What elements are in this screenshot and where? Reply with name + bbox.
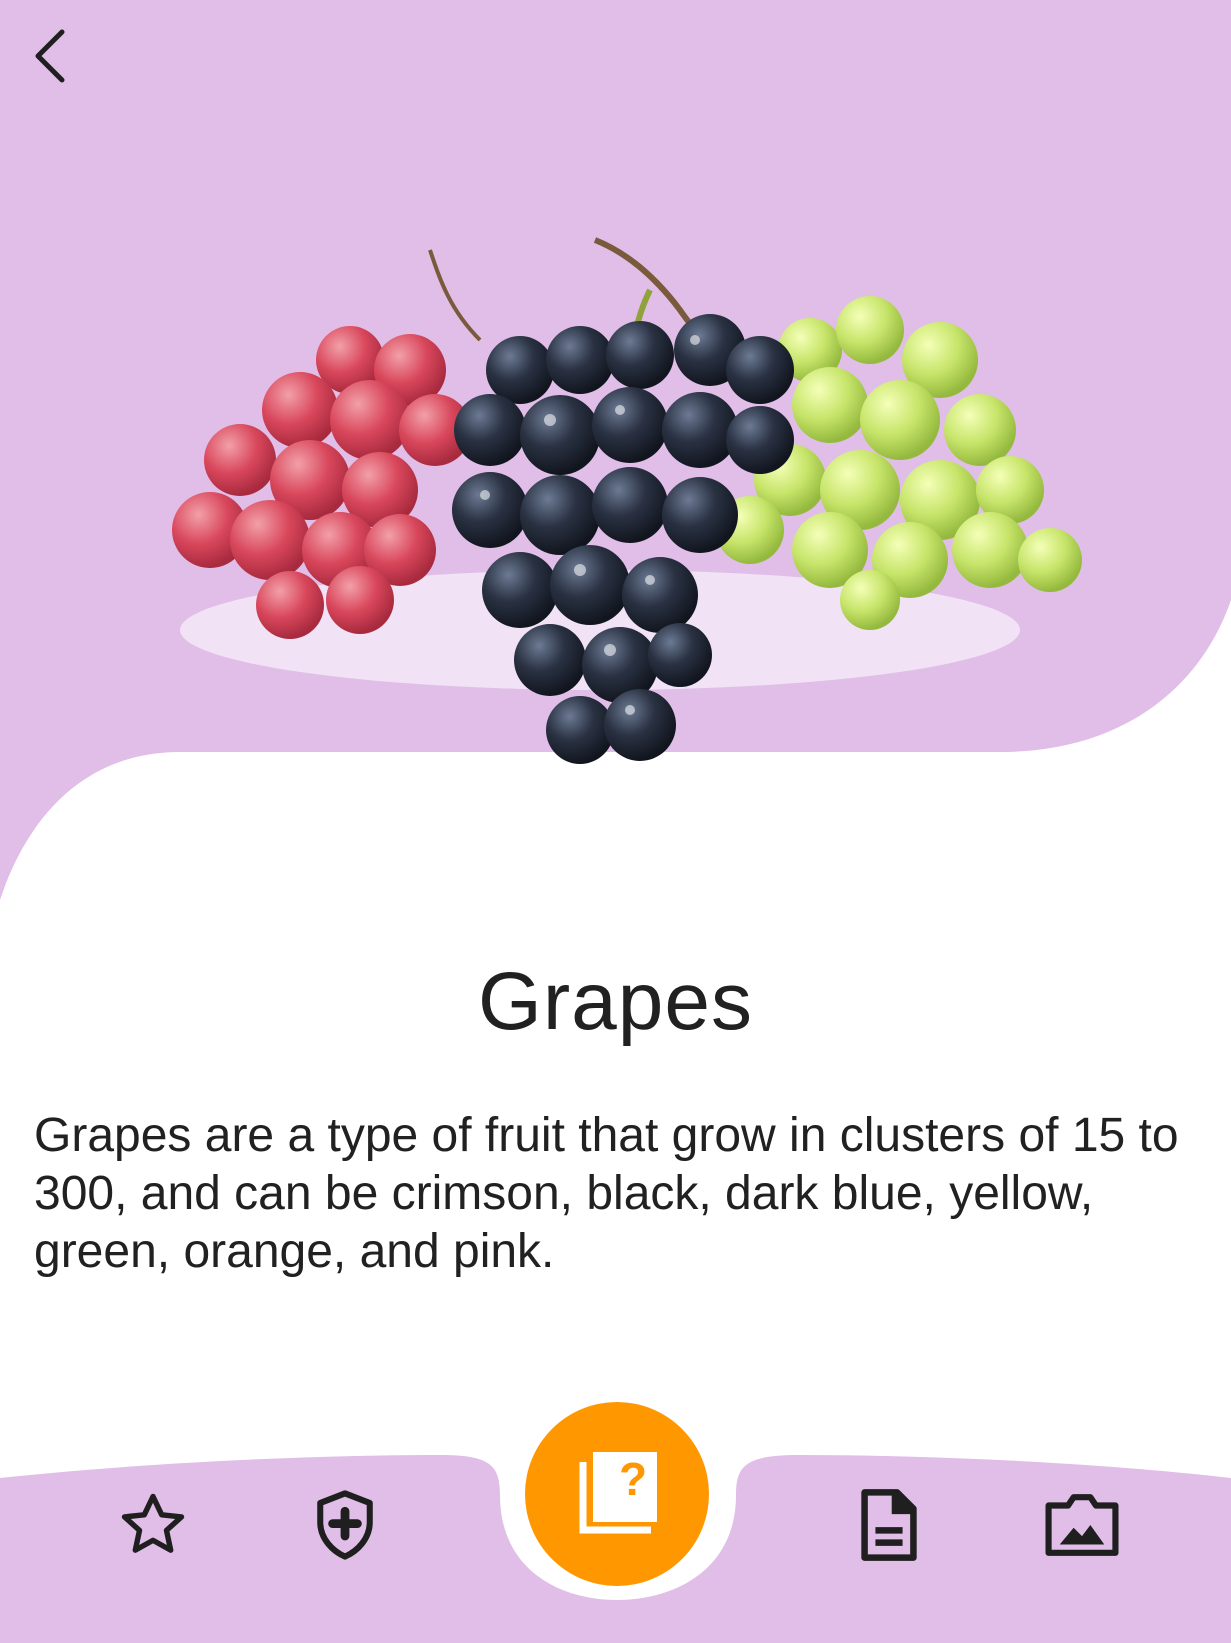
nav-favorites-button[interactable] — [103, 1475, 203, 1575]
image-gallery-icon — [1045, 1494, 1119, 1556]
quiz-question-mark: ? — [618, 1453, 648, 1505]
fruit-detail-screen: Grapes Grapes are a type of fruit that g… — [0, 0, 1231, 1643]
chevron-left-icon — [35, 29, 65, 83]
back-button[interactable] — [14, 20, 86, 92]
fruit-description: Grapes are a type of fruit that grow in … — [34, 1109, 1179, 1278]
nav-health-button[interactable] — [295, 1475, 395, 1575]
nav-document-button[interactable] — [839, 1475, 939, 1575]
star-icon — [121, 1493, 185, 1553]
fruit-title: Grapes — [478, 956, 753, 1047]
nav-quiz-button[interactable]: ? — [525, 1402, 709, 1586]
shield-plus-icon — [317, 1490, 373, 1560]
document-icon — [861, 1489, 917, 1561]
nav-gallery-button[interactable] — [1032, 1475, 1132, 1575]
grapes-image — [172, 237, 1082, 764]
